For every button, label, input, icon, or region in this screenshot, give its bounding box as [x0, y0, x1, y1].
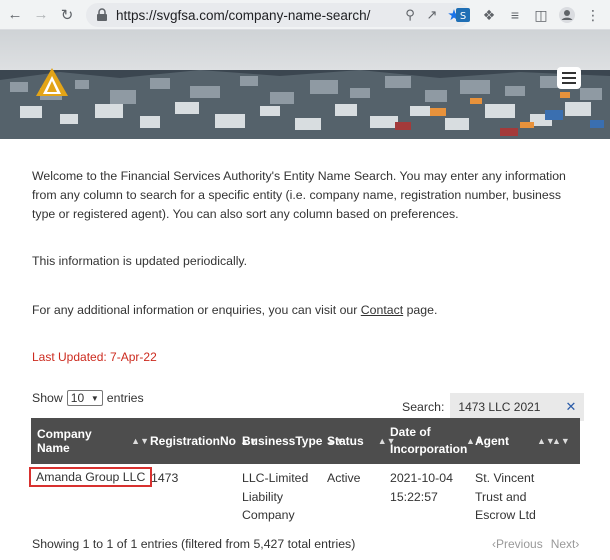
lock-icon [97, 8, 107, 21]
previous-button[interactable]: ‹Previous [492, 537, 543, 551]
header-label: Status [327, 434, 364, 448]
browser-toolbar: ← → ↻ https://svgfsa.com/company-name-se… [0, 0, 610, 30]
table-header: Company Name ▲▼ RegistrationNo ▲▼ Business… [31, 418, 580, 464]
search-input[interactable]: 1473 LLC 2021 ✕ [450, 393, 585, 421]
extension-s-icon[interactable]: S [452, 3, 474, 27]
side-panel-icon[interactable]: ◫ [530, 3, 552, 27]
search-label: Search: [402, 400, 445, 414]
header-label: BusinessType [242, 434, 323, 448]
header-label: Company Name [37, 427, 92, 455]
header-label: Agent [475, 434, 509, 448]
intro-paragraph: Welcome to the Financial Services Author… [32, 169, 566, 221]
header-status[interactable]: Status ▲▼ [327, 418, 396, 464]
header-extra[interactable]: ▲▼ [548, 418, 578, 464]
banner-sky [0, 30, 610, 74]
contact-paragraph: For any additional information or enquir… [32, 301, 572, 320]
search-value: 1473 LLC 2021 [458, 400, 541, 414]
entries-length-control: Show 10 ▼ entries [32, 390, 144, 406]
header-registration-no[interactable]: RegistrationNo ▲▼ [150, 418, 258, 464]
cell-status: Active [327, 471, 361, 485]
svg-text:S: S [460, 11, 466, 22]
show-label: Show [32, 391, 63, 405]
entries-value: 10 [70, 391, 85, 405]
contact-text-after: page. [403, 303, 438, 317]
next-button[interactable]: Next› [551, 537, 580, 551]
header-business-type[interactable]: BusinessType ▲▼ [242, 418, 344, 464]
header-agent[interactable]: Agent ▲▼ [475, 418, 555, 464]
fsa-logo-icon [36, 68, 68, 96]
menu-line [562, 77, 576, 79]
sort-icon: ▲▼ [131, 436, 149, 446]
contact-link[interactable]: Contact [361, 303, 403, 317]
share-icon[interactable]: ↗ [424, 7, 440, 23]
update-note: This information is updated periodically… [32, 254, 248, 268]
reload-icon[interactable]: ↻ [56, 4, 78, 26]
entries-label: entries [106, 391, 144, 405]
contact-text-before: For any additional information or enquir… [32, 303, 361, 317]
hamburger-menu-button[interactable] [557, 67, 581, 89]
table-row[interactable]: Amanda Group LLC 1473 LLC-Limited Liabil… [29, 467, 580, 529]
clear-search-icon[interactable]: ✕ [565, 399, 576, 415]
hero-banner [0, 30, 610, 139]
puzzle-icon[interactable]: ❖ [478, 3, 500, 27]
back-arrow-icon[interactable]: ← [4, 4, 26, 26]
more-menu-icon[interactable]: ⋮ [582, 3, 604, 27]
cell-company-name: Amanda Group LLC [29, 467, 153, 487]
chevron-right-icon: › [575, 537, 580, 551]
url-text: https://svgfsa.com/company-name-search/ [116, 7, 371, 23]
table-search: Search: 1473 LLC 2021 ✕ [402, 393, 585, 421]
reading-list-icon[interactable]: ≡ [504, 3, 526, 27]
pagination: ‹Previous Next› [492, 537, 579, 551]
profile-avatar-icon[interactable] [556, 3, 578, 27]
forward-arrow-icon[interactable]: → [30, 4, 52, 26]
menu-line [562, 72, 576, 74]
address-bar[interactable]: https://svgfsa.com/company-name-search/ … [86, 3, 470, 27]
cell-registration-no: 1473 [151, 471, 179, 485]
cell-agent: St. Vincent Trust and Escrow Ltd [475, 471, 536, 522]
table-info: Showing 1 to 1 of 1 entries (filtered fr… [32, 537, 356, 551]
header-label: Date of Incorporation [390, 425, 468, 456]
header-label: RegistrationNo [150, 434, 237, 448]
sort-icon: ▲▼ [552, 436, 570, 446]
header-company-name[interactable]: Company Name ▲▼ [37, 418, 149, 464]
header-date-incorporation[interactable]: Date of Incorporation ▲▼ [390, 418, 484, 464]
city-image [0, 70, 610, 139]
last-updated: Last Updated: 7-Apr-22 [32, 350, 157, 364]
menu-line [562, 82, 576, 84]
entries-select[interactable]: 10 ▼ [66, 390, 103, 406]
cell-business-type: LLC-Limited Liability Company [242, 471, 309, 522]
next-label: Next [550, 537, 576, 551]
zoom-icon[interactable]: ⚲ [402, 7, 418, 23]
previous-label: Previous [496, 537, 543, 551]
cell-date-incorporation: 2021-10-04 15:22:57 [390, 471, 453, 504]
chevron-down-icon: ▼ [90, 393, 99, 403]
